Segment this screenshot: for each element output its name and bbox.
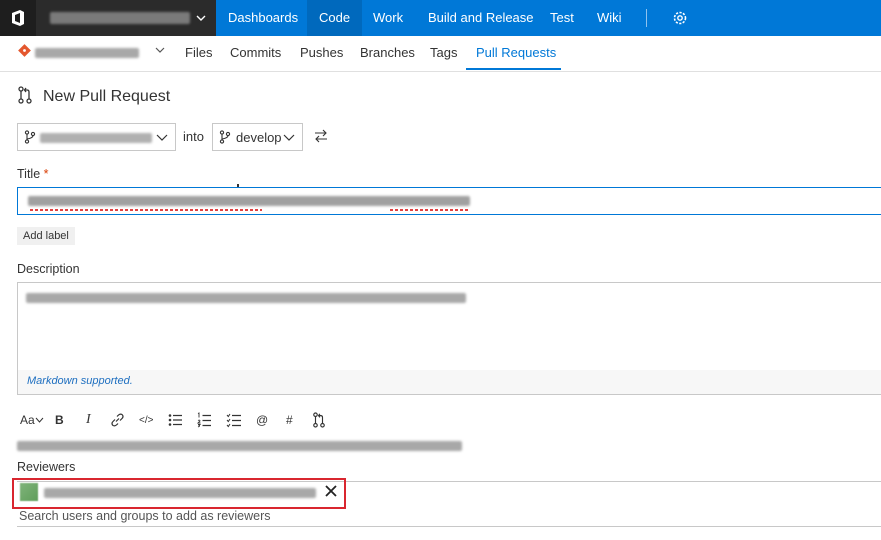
nav-code[interactable]: Code xyxy=(307,0,363,36)
description-footer: Markdown supported. xyxy=(18,370,881,394)
project-selector[interactable] xyxy=(36,0,216,36)
title-value-redacted xyxy=(28,196,470,206)
spellcheck-underline xyxy=(390,209,470,211)
tab-branches[interactable]: Branches xyxy=(360,44,415,62)
chevron-down-icon[interactable] xyxy=(195,12,207,24)
chevron-down-icon xyxy=(283,134,295,141)
repo-name-redacted[interactable] xyxy=(35,48,139,58)
link-icon[interactable] xyxy=(110,411,125,429)
font-size-label: Aa xyxy=(20,413,35,427)
gear-icon[interactable] xyxy=(671,9,689,27)
font-size-icon[interactable]: Aa xyxy=(20,411,44,429)
markdown-supported-link[interactable]: Markdown supported. xyxy=(27,375,133,387)
project-name-redacted xyxy=(50,12,190,24)
tab-pushes[interactable]: Pushes xyxy=(300,44,343,62)
reviewers-label: Reviewers xyxy=(17,460,76,474)
avatar xyxy=(20,483,38,501)
swap-branches-icon[interactable] xyxy=(313,129,329,143)
branch-icon xyxy=(24,130,36,144)
code-icon[interactable]: </> xyxy=(139,411,153,429)
nav-dashboards[interactable]: Dashboards xyxy=(228,0,298,36)
git-repo-icon xyxy=(18,44,31,57)
mention-icon[interactable]: @ xyxy=(256,411,268,429)
chevron-down-icon xyxy=(156,134,168,141)
spellcheck-underline xyxy=(30,209,262,211)
description-preview-redacted xyxy=(17,441,462,451)
nav-wiki[interactable]: Wiki xyxy=(597,0,622,36)
page-title: New Pull Request xyxy=(43,88,171,105)
remove-reviewer-close-icon[interactable] xyxy=(324,484,338,498)
target-branch-label: develop xyxy=(236,130,282,145)
tab-tags[interactable]: Tags xyxy=(430,44,457,62)
nav-test[interactable]: Test xyxy=(550,0,574,36)
tab-commits[interactable]: Commits xyxy=(230,44,281,62)
title-label-text: Title xyxy=(17,167,41,181)
nav-build-and-release[interactable]: Build and Release xyxy=(428,0,534,36)
tab-pull-requests[interactable]: Pull Requests xyxy=(476,44,556,62)
source-branch-name-redacted xyxy=(40,133,152,143)
bold-icon[interactable]: B xyxy=(55,411,64,429)
into-label: into xyxy=(183,129,204,144)
target-branch-select[interactable]: develop xyxy=(212,123,303,151)
description-label: Description xyxy=(17,262,80,276)
title-label: Title * xyxy=(17,167,49,181)
chevron-down-icon[interactable] xyxy=(154,44,166,56)
reviewer-search-input[interactable]: Search users and groups to add as review… xyxy=(19,509,271,523)
branch-icon xyxy=(219,130,231,144)
work-item-icon[interactable]: # xyxy=(286,411,293,429)
pull-request-icon[interactable] xyxy=(312,411,326,429)
numbered-list-icon[interactable] xyxy=(197,411,212,429)
source-branch-select[interactable] xyxy=(17,123,176,151)
required-marker: * xyxy=(43,167,49,181)
nav-separator xyxy=(646,9,647,27)
description-value-redacted xyxy=(26,293,466,303)
nav-work[interactable]: Work xyxy=(373,0,403,36)
reviewer-name-redacted xyxy=(44,488,316,498)
italic-icon[interactable]: I xyxy=(86,411,91,429)
checklist-icon[interactable] xyxy=(226,411,242,429)
vsts-logo-icon[interactable] xyxy=(0,0,36,36)
active-tab-indicator xyxy=(466,68,561,70)
add-label-button[interactable]: Add label xyxy=(17,227,75,245)
bullet-list-icon[interactable] xyxy=(168,411,183,429)
title-input[interactable] xyxy=(17,187,881,215)
chevron-down-icon xyxy=(35,417,44,423)
tab-files[interactable]: Files xyxy=(185,44,212,62)
pull-request-icon xyxy=(18,86,32,104)
description-textarea[interactable]: Markdown supported. xyxy=(17,282,881,395)
